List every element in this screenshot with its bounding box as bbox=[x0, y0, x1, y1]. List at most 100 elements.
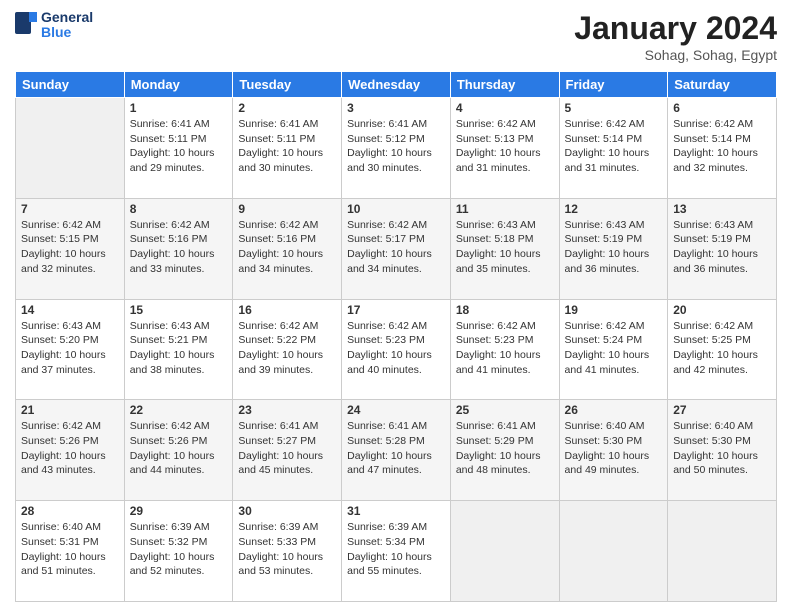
calendar-table: Sunday Monday Tuesday Wednesday Thursday… bbox=[15, 71, 777, 602]
table-row: 13 Sunrise: 6:43 AM Sunset: 5:19 PM Dayl… bbox=[668, 198, 777, 299]
sunrise-text: Sunrise: 6:41 AM bbox=[347, 419, 445, 434]
title-block: January 2024 Sohag, Sohag, Egypt bbox=[574, 10, 777, 63]
table-row bbox=[450, 501, 559, 602]
day-number: 8 bbox=[130, 202, 228, 216]
day-number: 16 bbox=[238, 303, 336, 317]
calendar-week-row: 14 Sunrise: 6:43 AM Sunset: 5:20 PM Dayl… bbox=[16, 299, 777, 400]
table-row bbox=[559, 501, 668, 602]
sunset-text: Sunset: 5:23 PM bbox=[456, 333, 554, 348]
sunrise-text: Sunrise: 6:42 AM bbox=[456, 117, 554, 132]
sunrise-text: Sunrise: 6:42 AM bbox=[238, 218, 336, 233]
sunset-text: Sunset: 5:30 PM bbox=[673, 434, 771, 449]
cell-info: Sunrise: 6:42 AM Sunset: 5:14 PM Dayligh… bbox=[565, 117, 663, 176]
sunrise-text: Sunrise: 6:40 AM bbox=[565, 419, 663, 434]
daylight-text: Daylight: 10 hours and 38 minutes. bbox=[130, 348, 228, 377]
sunrise-text: Sunrise: 6:42 AM bbox=[673, 319, 771, 334]
table-row: 23 Sunrise: 6:41 AM Sunset: 5:27 PM Dayl… bbox=[233, 400, 342, 501]
table-row: 7 Sunrise: 6:42 AM Sunset: 5:15 PM Dayli… bbox=[16, 198, 125, 299]
daylight-text: Daylight: 10 hours and 36 minutes. bbox=[673, 247, 771, 276]
daylight-text: Daylight: 10 hours and 34 minutes. bbox=[347, 247, 445, 276]
cell-info: Sunrise: 6:41 AM Sunset: 5:28 PM Dayligh… bbox=[347, 419, 445, 478]
cell-info: Sunrise: 6:42 AM Sunset: 5:24 PM Dayligh… bbox=[565, 319, 663, 378]
sunrise-text: Sunrise: 6:39 AM bbox=[130, 520, 228, 535]
logo-svg-icon bbox=[15, 12, 37, 34]
sunset-text: Sunset: 5:19 PM bbox=[565, 232, 663, 247]
daylight-text: Daylight: 10 hours and 30 minutes. bbox=[347, 146, 445, 175]
table-row: 10 Sunrise: 6:42 AM Sunset: 5:17 PM Dayl… bbox=[342, 198, 451, 299]
daylight-text: Daylight: 10 hours and 29 minutes. bbox=[130, 146, 228, 175]
daylight-text: Daylight: 10 hours and 36 minutes. bbox=[565, 247, 663, 276]
sunrise-text: Sunrise: 6:39 AM bbox=[347, 520, 445, 535]
cell-info: Sunrise: 6:42 AM Sunset: 5:26 PM Dayligh… bbox=[130, 419, 228, 478]
sunrise-text: Sunrise: 6:39 AM bbox=[238, 520, 336, 535]
daylight-text: Daylight: 10 hours and 31 minutes. bbox=[456, 146, 554, 175]
daylight-text: Daylight: 10 hours and 51 minutes. bbox=[21, 550, 119, 579]
cell-info: Sunrise: 6:41 AM Sunset: 5:27 PM Dayligh… bbox=[238, 419, 336, 478]
daylight-text: Daylight: 10 hours and 42 minutes. bbox=[673, 348, 771, 377]
logo-general: General bbox=[41, 10, 93, 25]
day-number: 13 bbox=[673, 202, 771, 216]
day-number: 25 bbox=[456, 403, 554, 417]
day-number: 1 bbox=[130, 101, 228, 115]
table-row: 17 Sunrise: 6:42 AM Sunset: 5:23 PM Dayl… bbox=[342, 299, 451, 400]
table-row bbox=[668, 501, 777, 602]
cell-info: Sunrise: 6:43 AM Sunset: 5:21 PM Dayligh… bbox=[130, 319, 228, 378]
day-number: 4 bbox=[456, 101, 554, 115]
table-row: 2 Sunrise: 6:41 AM Sunset: 5:11 PM Dayli… bbox=[233, 98, 342, 199]
calendar-week-row: 7 Sunrise: 6:42 AM Sunset: 5:15 PM Dayli… bbox=[16, 198, 777, 299]
col-thursday: Thursday bbox=[450, 72, 559, 98]
cell-info: Sunrise: 6:42 AM Sunset: 5:22 PM Dayligh… bbox=[238, 319, 336, 378]
cell-info: Sunrise: 6:41 AM Sunset: 5:11 PM Dayligh… bbox=[238, 117, 336, 176]
sunrise-text: Sunrise: 6:41 AM bbox=[238, 419, 336, 434]
calendar-week-row: 1 Sunrise: 6:41 AM Sunset: 5:11 PM Dayli… bbox=[16, 98, 777, 199]
table-row: 14 Sunrise: 6:43 AM Sunset: 5:20 PM Dayl… bbox=[16, 299, 125, 400]
sunset-text: Sunset: 5:32 PM bbox=[130, 535, 228, 550]
daylight-text: Daylight: 10 hours and 48 minutes. bbox=[456, 449, 554, 478]
daylight-text: Daylight: 10 hours and 40 minutes. bbox=[347, 348, 445, 377]
page: General Blue January 2024 Sohag, Sohag, … bbox=[0, 0, 792, 612]
table-row: 28 Sunrise: 6:40 AM Sunset: 5:31 PM Dayl… bbox=[16, 501, 125, 602]
day-number: 27 bbox=[673, 403, 771, 417]
sunset-text: Sunset: 5:22 PM bbox=[238, 333, 336, 348]
calendar-week-row: 21 Sunrise: 6:42 AM Sunset: 5:26 PM Dayl… bbox=[16, 400, 777, 501]
daylight-text: Daylight: 10 hours and 49 minutes. bbox=[565, 449, 663, 478]
cell-info: Sunrise: 6:42 AM Sunset: 5:23 PM Dayligh… bbox=[347, 319, 445, 378]
sunset-text: Sunset: 5:16 PM bbox=[130, 232, 228, 247]
sunset-text: Sunset: 5:14 PM bbox=[673, 132, 771, 147]
cell-info: Sunrise: 6:42 AM Sunset: 5:16 PM Dayligh… bbox=[238, 218, 336, 277]
day-number: 29 bbox=[130, 504, 228, 518]
daylight-text: Daylight: 10 hours and 52 minutes. bbox=[130, 550, 228, 579]
table-row: 9 Sunrise: 6:42 AM Sunset: 5:16 PM Dayli… bbox=[233, 198, 342, 299]
cell-info: Sunrise: 6:41 AM Sunset: 5:12 PM Dayligh… bbox=[347, 117, 445, 176]
cell-info: Sunrise: 6:42 AM Sunset: 5:17 PM Dayligh… bbox=[347, 218, 445, 277]
cell-info: Sunrise: 6:43 AM Sunset: 5:19 PM Dayligh… bbox=[673, 218, 771, 277]
cell-info: Sunrise: 6:43 AM Sunset: 5:18 PM Dayligh… bbox=[456, 218, 554, 277]
sunrise-text: Sunrise: 6:41 AM bbox=[238, 117, 336, 132]
daylight-text: Daylight: 10 hours and 32 minutes. bbox=[673, 146, 771, 175]
cell-info: Sunrise: 6:41 AM Sunset: 5:11 PM Dayligh… bbox=[130, 117, 228, 176]
table-row: 25 Sunrise: 6:41 AM Sunset: 5:29 PM Dayl… bbox=[450, 400, 559, 501]
table-row: 18 Sunrise: 6:42 AM Sunset: 5:23 PM Dayl… bbox=[450, 299, 559, 400]
table-row: 29 Sunrise: 6:39 AM Sunset: 5:32 PM Dayl… bbox=[124, 501, 233, 602]
logo: General Blue bbox=[15, 10, 93, 41]
table-row: 24 Sunrise: 6:41 AM Sunset: 5:28 PM Dayl… bbox=[342, 400, 451, 501]
header: General Blue January 2024 Sohag, Sohag, … bbox=[15, 10, 777, 63]
day-number: 15 bbox=[130, 303, 228, 317]
daylight-text: Daylight: 10 hours and 33 minutes. bbox=[130, 247, 228, 276]
sunset-text: Sunset: 5:33 PM bbox=[238, 535, 336, 550]
sunrise-text: Sunrise: 6:41 AM bbox=[130, 117, 228, 132]
sunset-text: Sunset: 5:20 PM bbox=[21, 333, 119, 348]
sunrise-text: Sunrise: 6:42 AM bbox=[238, 319, 336, 334]
sunset-text: Sunset: 5:26 PM bbox=[21, 434, 119, 449]
month-title: January 2024 bbox=[574, 10, 777, 47]
cell-info: Sunrise: 6:42 AM Sunset: 5:16 PM Dayligh… bbox=[130, 218, 228, 277]
daylight-text: Daylight: 10 hours and 32 minutes. bbox=[21, 247, 119, 276]
sunset-text: Sunset: 5:21 PM bbox=[130, 333, 228, 348]
cell-info: Sunrise: 6:42 AM Sunset: 5:26 PM Dayligh… bbox=[21, 419, 119, 478]
day-number: 5 bbox=[565, 101, 663, 115]
table-row: 5 Sunrise: 6:42 AM Sunset: 5:14 PM Dayli… bbox=[559, 98, 668, 199]
sunset-text: Sunset: 5:13 PM bbox=[456, 132, 554, 147]
day-number: 31 bbox=[347, 504, 445, 518]
col-saturday: Saturday bbox=[668, 72, 777, 98]
daylight-text: Daylight: 10 hours and 30 minutes. bbox=[238, 146, 336, 175]
